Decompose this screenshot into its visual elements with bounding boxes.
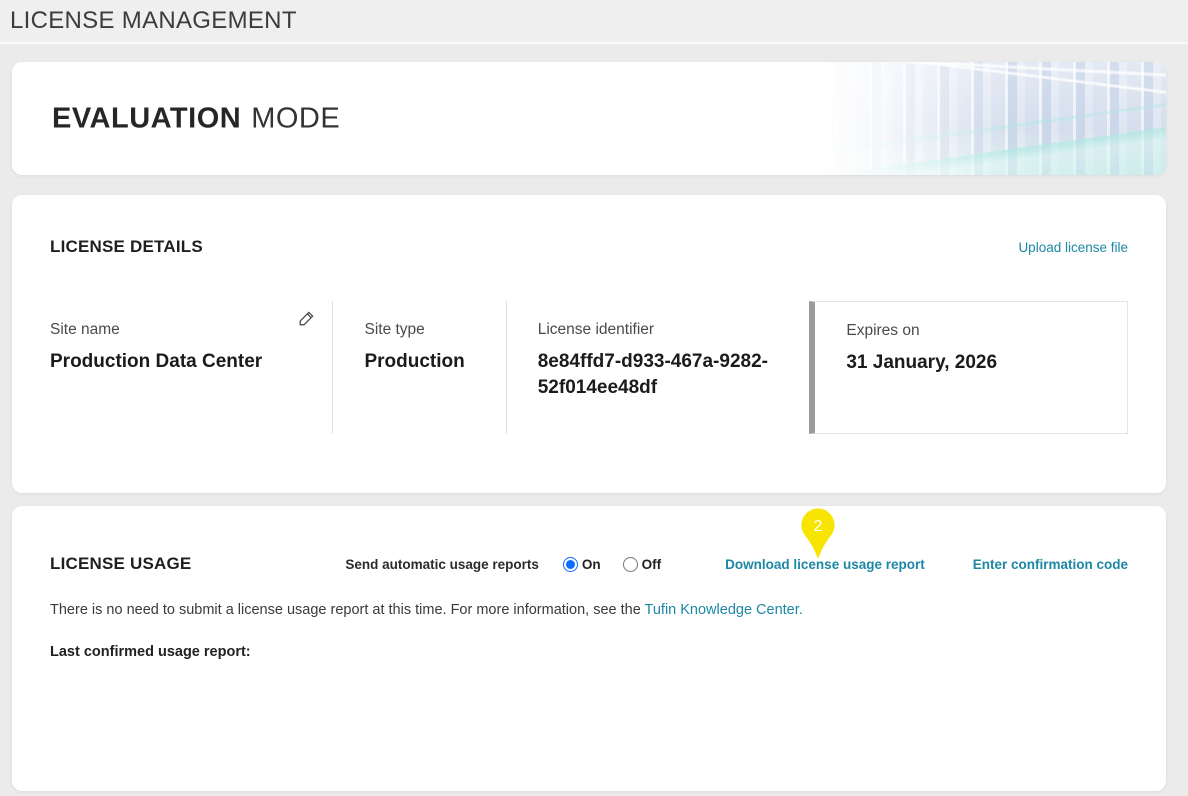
knowledge-center-link[interactable]: Tufin Knowledge Center. (645, 602, 803, 618)
expires-on-label: Expires on (846, 322, 1117, 340)
radio-on-label[interactable]: On (582, 557, 601, 572)
edit-pencil-icon[interactable] (298, 309, 316, 327)
license-usage-title: LICENSE USAGE (50, 554, 191, 574)
license-details-header: LICENSE DETAILS Upload license file (50, 195, 1128, 257)
upload-license-file-link[interactable]: Upload license file (1018, 240, 1128, 255)
banner-artwork-image (821, 62, 1166, 175)
license-details-title: LICENSE DETAILS (50, 237, 203, 257)
top-bar: LICENSE MANAGEMENT (0, 0, 1188, 44)
site-type-value: Production (364, 349, 505, 375)
pin-badge-number: 2 (814, 518, 823, 535)
radio-off-label[interactable]: Off (642, 557, 662, 572)
site-name-cell: Site name Production Data Center (50, 301, 333, 434)
evaluation-mode-title: EVALUATION MODE (52, 102, 340, 135)
mode-label: MODE (251, 102, 340, 134)
radio-on-input[interactable] (563, 557, 578, 572)
license-details-card: LICENSE DETAILS Upload license file Site… (12, 195, 1166, 493)
usage-info-sentence: There is no need to submit a license usa… (50, 602, 645, 618)
evaluation-label: EVALUATION (52, 102, 241, 134)
license-identifier-cell: License identifier 8e84ffd7-d933-467a-92… (507, 301, 810, 434)
site-type-label: Site type (364, 321, 505, 339)
license-identifier-label: License identifier (538, 321, 810, 339)
license-usage-header: LICENSE USAGE Send automatic usage repor… (50, 506, 1128, 574)
site-name-label: Site name (50, 321, 332, 339)
license-usage-card: 2 LICENSE USAGE Send automatic usage rep… (12, 506, 1166, 791)
auto-reports-label: Send automatic usage reports (345, 557, 539, 572)
license-identifier-value: 8e84ffd7-d933-467a-9282-52f014ee48df (538, 349, 800, 400)
evaluation-mode-banner: EVALUATION MODE (12, 62, 1166, 175)
enter-confirmation-code-link[interactable]: Enter confirmation code (973, 557, 1128, 572)
last-confirmed-report-label: Last confirmed usage report: (50, 644, 1128, 660)
auto-reports-radio-group: On Off (563, 557, 683, 572)
page-title: LICENSE MANAGEMENT (10, 7, 297, 35)
license-details-row: Site name Production Data Center Site ty… (50, 301, 1128, 434)
expires-on-cell: Expires on 31 January, 2026 (809, 301, 1128, 434)
usage-info-text: There is no need to submit a license usa… (50, 602, 1128, 618)
site-type-cell: Site type Production (333, 301, 506, 434)
expires-on-value: 31 January, 2026 (846, 350, 1117, 376)
radio-option-off[interactable]: Off (623, 557, 662, 572)
usage-controls: Send automatic usage reports On Off Down… (345, 557, 1128, 572)
radio-option-on[interactable]: On (563, 557, 601, 572)
site-name-value: Production Data Center (50, 349, 332, 375)
step-2-pin-marker-icon: 2 (800, 508, 836, 560)
radio-off-input[interactable] (623, 557, 638, 572)
main-content: EVALUATION MODE LICENSE DETAILS Upload li… (0, 44, 1178, 791)
